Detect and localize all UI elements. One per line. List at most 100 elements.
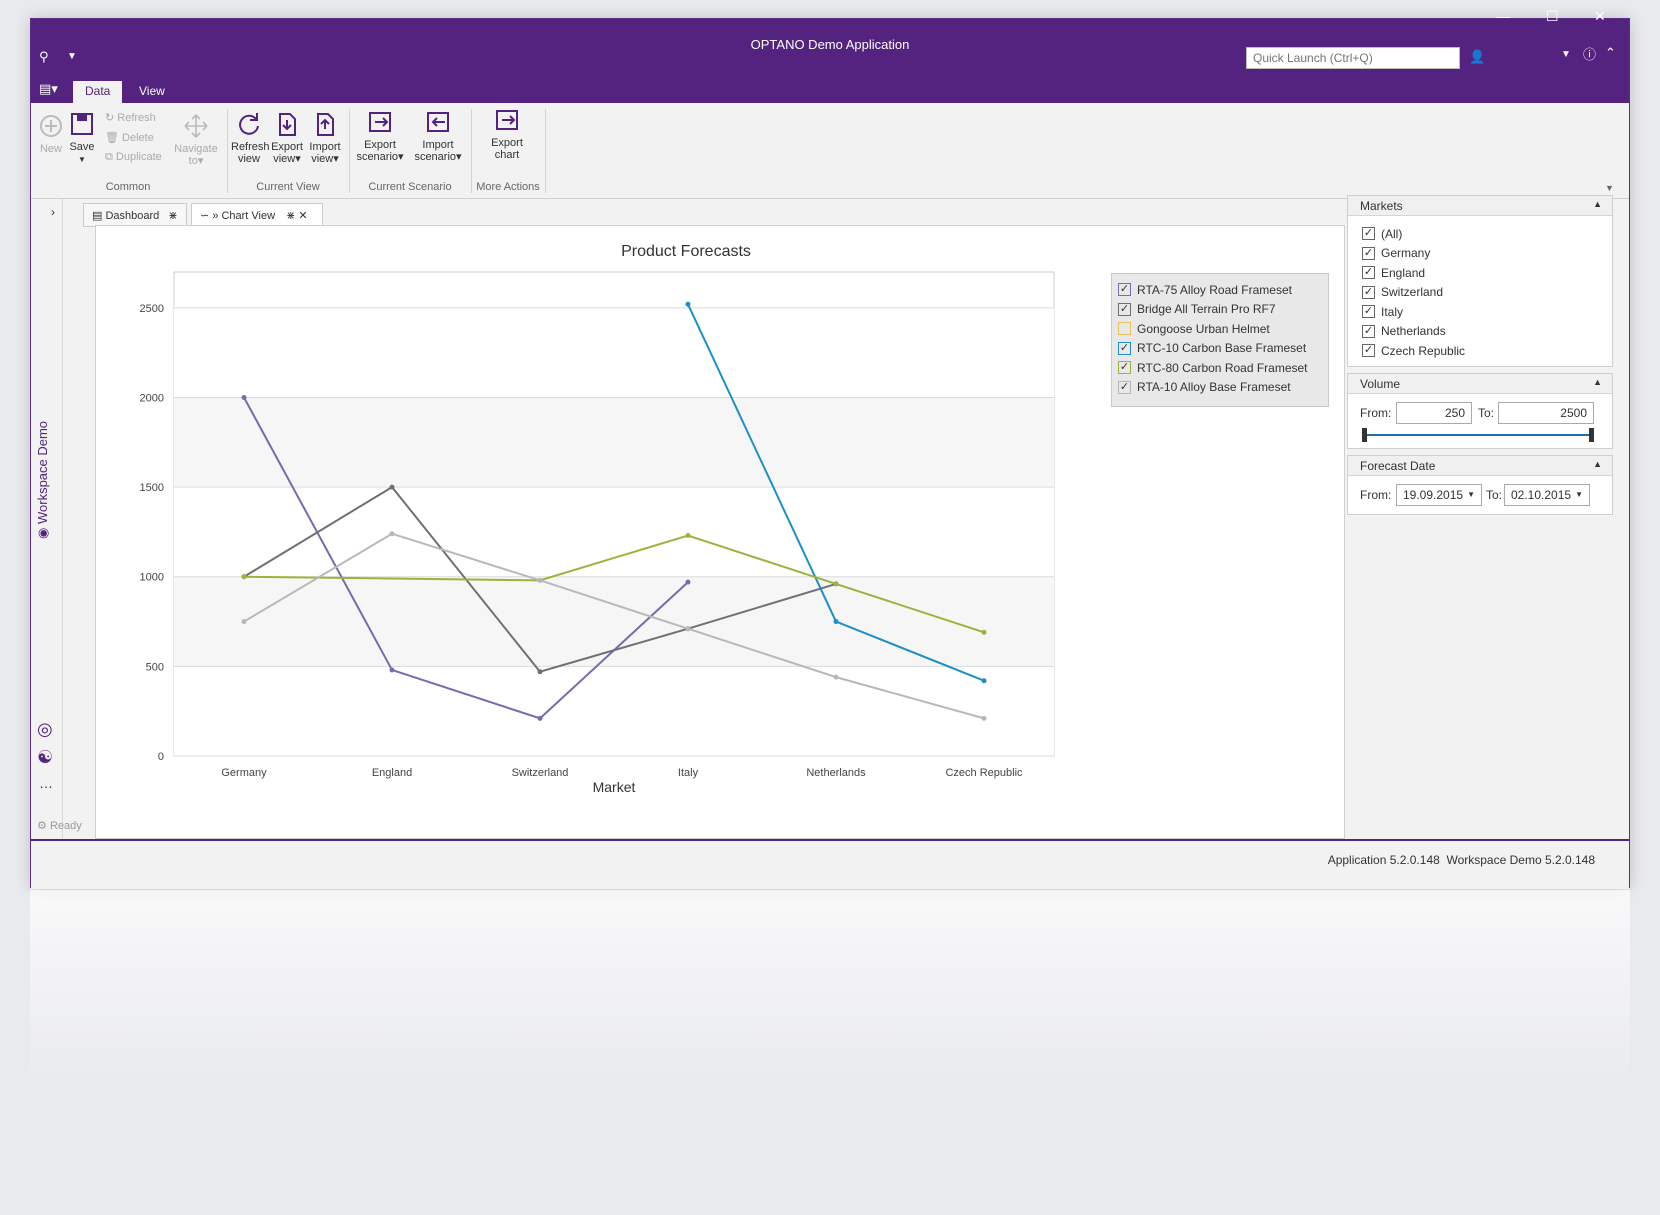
legend-checkbox[interactable]: ✓ <box>1118 361 1131 375</box>
export-chart-button[interactable]: Export chart <box>477 107 537 161</box>
legend-item[interactable]: ✓ Bridge All Terrain Pro RF7 <box>1118 300 1322 320</box>
close-tab-icon[interactable]: ✕ <box>298 210 307 222</box>
export-scenario-button[interactable]: Export scenario▾ <box>353 109 407 163</box>
pin-icon[interactable]: ⋇ <box>168 210 177 222</box>
close-icon[interactable]: ✕ <box>1594 8 1606 25</box>
market-checkbox[interactable]: ✓ <box>1362 266 1375 280</box>
maximize-icon[interactable]: ☐ <box>1546 8 1559 25</box>
import-view-button[interactable]: Import view▾ <box>307 111 343 165</box>
market-checkbox[interactable]: ✓ <box>1362 324 1375 338</box>
legend-item[interactable]: ✓ RTA-75 Alloy Road Frameset <box>1118 280 1322 300</box>
legend-checkbox[interactable]: ✓ <box>1118 302 1131 316</box>
market-checkbox[interactable]: ✓ <box>1362 305 1375 319</box>
more-icon[interactable]: … <box>39 775 53 791</box>
series-point <box>685 301 691 307</box>
delete-button[interactable]: 🗑 Delete <box>105 131 154 144</box>
tab-data[interactable]: Data <box>73 81 123 103</box>
volume-header[interactable]: Volume ▲ <box>1348 374 1612 394</box>
volume-slider-max-handle[interactable] <box>1589 428 1594 442</box>
status-ready-label: Ready <box>49 820 82 832</box>
market-filter-item[interactable]: ✓ England <box>1348 263 1612 283</box>
group-label-more-actions: More Actions <box>476 181 540 193</box>
markets-header[interactable]: Markets ▲ <box>1348 196 1612 216</box>
market-filter-item[interactable]: ✓ (All) <box>1348 224 1612 244</box>
date-from-value: 19.09.2015 <box>1403 488 1464 502</box>
import-scenario-button[interactable]: Import scenario▾ <box>411 109 465 163</box>
navigate-button[interactable]: Navigate to▾ <box>171 113 221 167</box>
market-checkbox[interactable]: ✓ <box>1362 227 1375 241</box>
x-tick-label: Czech Republic <box>945 767 1023 779</box>
user-account-icon[interactable]: 👤 <box>1469 49 1485 65</box>
expand-sidebar-icon[interactable]: › <box>51 205 55 219</box>
y-tick-label: 1500 <box>140 482 164 494</box>
market-checkbox[interactable]: ✓ <box>1362 285 1375 299</box>
refresh-view-button[interactable]: Refresh view <box>231 111 270 165</box>
group-separator <box>545 109 546 193</box>
export-chart-label-1: Export <box>491 137 523 149</box>
legend-label: RTA-10 Alloy Base Frameset <box>1137 380 1291 395</box>
legend-label: Bridge All Terrain Pro RF7 <box>1137 302 1276 317</box>
ribbon-options-icon[interactable]: ▼ <box>1605 183 1614 193</box>
market-label: England <box>1381 265 1426 280</box>
markets-list: ✓ (All) ✓ Germany ✓ England ✓ Switzerland ✓ Italy… <box>1348 216 1612 361</box>
duplicate-button[interactable]: ⧉ Duplicate <box>105 151 162 164</box>
series-point <box>833 674 839 680</box>
chart-tab-icon: ∽ <box>200 210 210 222</box>
tab-dashboard[interactable]: ▤ Dashboard ⋇ <box>83 203 187 227</box>
pin-icon[interactable]: ⋇ <box>286 210 295 222</box>
tab-chart-view[interactable]: ∽ » Chart View ⋇ ✕ <box>191 203 323 227</box>
save-button[interactable]: Save ▼ <box>67 111 97 166</box>
volume-to-input[interactable]: 2500 <box>1498 402 1594 424</box>
market-label: Netherlands <box>1381 324 1446 339</box>
legend-item[interactable]: Gongoose Urban Helmet <box>1118 319 1322 339</box>
legend-checkbox[interactable]: ✓ <box>1118 283 1131 297</box>
x-tick-label: England <box>372 767 412 779</box>
market-filter-item[interactable]: ✓ Switzerland <box>1348 283 1612 303</box>
import-scenario-label-1: Import <box>422 139 454 151</box>
collapse-icon[interactable]: ▲ <box>1593 199 1602 209</box>
minimize-icon[interactable]: — <box>1496 8 1510 24</box>
volume-slider-min-handle[interactable] <box>1362 428 1367 442</box>
workspace-ring-icon[interactable]: ◎ <box>37 719 53 740</box>
market-checkbox[interactable]: ✓ <box>1362 246 1375 260</box>
workspace-version: Workspace Demo 5.2.0.148 <box>1446 853 1595 867</box>
volume-from-input[interactable]: 250 <box>1396 402 1472 424</box>
export-chart-label-2: chart <box>494 149 520 161</box>
collapse-icon[interactable]: ▲ <box>1593 377 1602 387</box>
market-checkbox[interactable]: ✓ <box>1362 344 1375 358</box>
info-icon[interactable]: ⓘ <box>1583 47 1596 63</box>
legend-checkbox[interactable]: ✓ <box>1118 380 1131 394</box>
legend-item[interactable]: ✓ RTA-10 Alloy Base Frameset <box>1118 378 1322 398</box>
refresh-button[interactable]: ↻ Refresh <box>105 111 156 124</box>
dashboard-icon[interactable]: ☯ <box>37 747 53 768</box>
options-dropdown-icon[interactable]: ▼ <box>1561 47 1571 63</box>
series-point <box>833 619 839 625</box>
date-to-dropdown[interactable]: 02.10.2015 ▼ <box>1504 484 1590 506</box>
collapse-icon[interactable]: ▲ <box>1593 459 1602 469</box>
market-filter-item[interactable]: ✓ Germany <box>1348 244 1612 264</box>
chart-view-tab-label: » Chart View <box>212 210 276 222</box>
app-menu-icon[interactable]: ▤▾ <box>39 81 58 97</box>
x-axis-ticks: Germany England Switzerland Italy Netherland… <box>221 767 1023 779</box>
forecast-date-header[interactable]: Forecast Date ▲ <box>1348 456 1612 476</box>
market-filter-item[interactable]: ✓ Netherlands <box>1348 322 1612 342</box>
legend-item[interactable]: ✓ RTC-80 Carbon Road Frameset <box>1118 358 1322 378</box>
export-view-button[interactable]: Export view▾ <box>269 111 305 165</box>
volume-slider-track[interactable] <box>1364 434 1592 436</box>
legend-checkbox[interactable]: ✓ <box>1118 341 1131 355</box>
date-to-label: To: <box>1486 488 1503 502</box>
market-filter-item[interactable]: ✓ Italy <box>1348 302 1612 322</box>
grid-band <box>174 397 1054 488</box>
new-button[interactable]: New <box>37 113 65 155</box>
market-filter-item[interactable]: ✓ Czech Republic <box>1348 341 1612 361</box>
legend-checkbox[interactable] <box>1118 322 1131 336</box>
series-point <box>981 629 987 635</box>
quick-launch-input[interactable] <box>1246 47 1460 69</box>
legend-label: RTC-10 Carbon Base Frameset <box>1137 341 1307 356</box>
series-point <box>389 531 395 537</box>
date-from-dropdown[interactable]: 19.09.2015 ▼ <box>1396 484 1482 506</box>
collapse-ribbon-icon[interactable]: ⌃ <box>1605 45 1616 61</box>
tab-view[interactable]: View <box>127 81 177 103</box>
legend-item[interactable]: ✓ RTC-10 Carbon Base Frameset <box>1118 339 1322 359</box>
workspace-label[interactable]: ◉ Workspace Demo <box>35 421 51 539</box>
